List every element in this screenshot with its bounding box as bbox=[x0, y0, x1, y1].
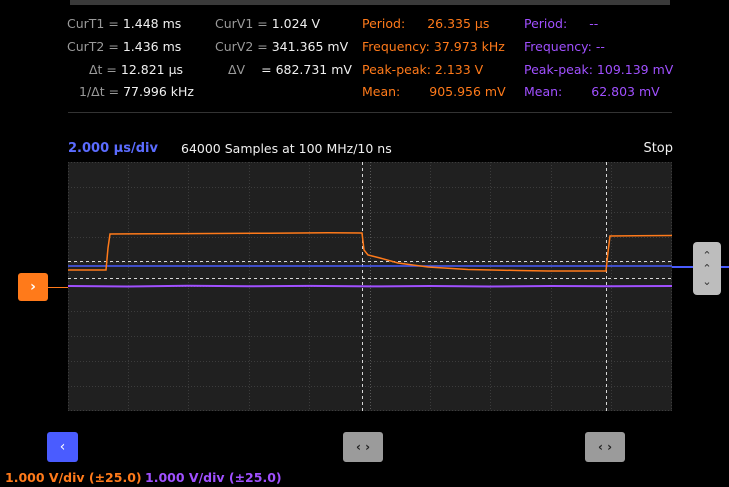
timebase-label[interactable]: 2.000 µs/div bbox=[68, 141, 158, 156]
ch2-period-label: Period: bbox=[524, 16, 568, 31]
chevron-up-icon[interactable]: ⌃ bbox=[702, 249, 711, 262]
ch2-frequency-value: -- bbox=[595, 39, 605, 54]
ch1-peak-peak-value: 2.133 V bbox=[434, 62, 484, 77]
cursor-t2-value: 1.436 ms bbox=[122, 39, 182, 54]
ch2-peak-peak-label: Peak-peak: bbox=[524, 62, 593, 77]
cursor-t1-label: CurT1 = bbox=[67, 16, 119, 31]
sample-info: 64000 Samples at 100 MHz/10 ns bbox=[181, 141, 392, 156]
chevron-down-icon[interactable]: ⌄ bbox=[702, 275, 711, 288]
ch2-period-value: -- bbox=[589, 16, 599, 31]
chevron-left-icon: ‹ bbox=[59, 439, 66, 455]
ch2-peak-peak-value: 109.139 mV bbox=[596, 62, 674, 77]
cursor-v1-readout: CurV1 = 1.024 V bbox=[215, 15, 320, 33]
cursor-v2-readout: CurV2 = 341.365 mV bbox=[215, 38, 348, 56]
ch2-scale-label[interactable]: 1.000 V/div (±25.0) bbox=[145, 470, 282, 485]
ch1-scale-label[interactable]: 1.000 V/div (±25.0) bbox=[5, 470, 142, 485]
ch2-mean-label: Mean: bbox=[524, 84, 563, 99]
ch1-mean-readout: Mean: 905.956 mV bbox=[362, 83, 506, 101]
top-scroll-bar[interactable] bbox=[70, 0, 670, 5]
ch1-mean-value: 905.956 mV bbox=[429, 84, 506, 99]
cursor-v2-value: 341.365 mV bbox=[271, 39, 349, 54]
ch1-frequency-readout: Frequency: 37.973 kHz bbox=[362, 38, 505, 56]
delta-v-equals: = bbox=[261, 62, 272, 77]
scope-display[interactable] bbox=[68, 162, 672, 411]
cursor-t2-handle[interactable]: ‹ › bbox=[585, 432, 625, 462]
ch1-period-value: 26.335 µs bbox=[427, 16, 490, 31]
ch1-position-marker[interactable]: › bbox=[18, 273, 48, 301]
cursor-v2-label: CurV2 = bbox=[215, 39, 268, 54]
voltage-cursor-control[interactable]: ⌃ ⌃ ⌄ bbox=[693, 242, 721, 295]
ch1-peak-peak-readout: Peak-peak: 2.133 V bbox=[362, 61, 483, 79]
delta-t-readout: Δt = 12.821 µs bbox=[89, 61, 183, 79]
ch2-period-readout: Period: -- bbox=[524, 15, 598, 33]
delta-v-readout: ΔV = 682.731 mV bbox=[228, 61, 352, 79]
cursor-v1-value: 1.024 V bbox=[271, 16, 321, 31]
cursor-v1-label: CurV1 = bbox=[215, 16, 268, 31]
inverse-delta-t-value: 77.996 kHz bbox=[123, 84, 194, 99]
chevron-right-icon: › bbox=[30, 279, 36, 295]
ch1-mean-label: Mean: bbox=[362, 84, 401, 99]
ch2-mean-value: 62.803 mV bbox=[591, 84, 660, 99]
ch1-period-label: Period: bbox=[362, 16, 406, 31]
ch1-period-readout: Period: 26.335 µs bbox=[362, 15, 489, 33]
inverse-delta-t-readout: 1/Δt = 77.996 kHz bbox=[79, 83, 194, 101]
ch2-mean-readout: Mean: 62.803 mV bbox=[524, 83, 660, 101]
delta-v-label: ΔV bbox=[228, 62, 246, 77]
scroll-left-button[interactable]: ‹ bbox=[47, 432, 78, 462]
ch2-frequency-label: Frequency: bbox=[524, 39, 592, 54]
cursor-t1-value: 1.448 ms bbox=[122, 16, 182, 31]
chevron-up-icon[interactable]: ⌃ bbox=[702, 262, 711, 275]
ch2-peak-peak-readout: Peak-peak: 109.139 mV bbox=[524, 61, 673, 79]
cursor-t2-readout: CurT2 = 1.436 ms bbox=[67, 38, 181, 56]
delta-t-label: Δt = bbox=[89, 62, 117, 77]
delta-t-value: 12.821 µs bbox=[120, 62, 184, 77]
cursor-t1-readout: CurT1 = 1.448 ms bbox=[67, 15, 181, 33]
scope-canvas bbox=[68, 162, 672, 411]
cursor-t1-handle[interactable]: ‹ › bbox=[343, 432, 383, 462]
expand-horizontal-icon: ‹ › bbox=[597, 440, 613, 454]
expand-horizontal-icon: ‹ › bbox=[355, 440, 371, 454]
ch1-marker-line bbox=[48, 287, 68, 288]
ch1-frequency-value: 37.973 kHz bbox=[433, 39, 505, 54]
ch1-frequency-label: Frequency: bbox=[362, 39, 430, 54]
readout-divider bbox=[68, 112, 672, 113]
ch2-frequency-readout: Frequency: -- bbox=[524, 38, 605, 56]
ch1-peak-peak-label: Peak-peak: bbox=[362, 62, 431, 77]
inverse-delta-t-label: 1/Δt = bbox=[79, 84, 120, 99]
cursor-t2-label: CurT2 = bbox=[67, 39, 119, 54]
ch2-trace bbox=[68, 284, 672, 288]
run-state-label[interactable]: Stop bbox=[643, 141, 673, 156]
delta-v-value: 682.731 mV bbox=[275, 62, 352, 77]
